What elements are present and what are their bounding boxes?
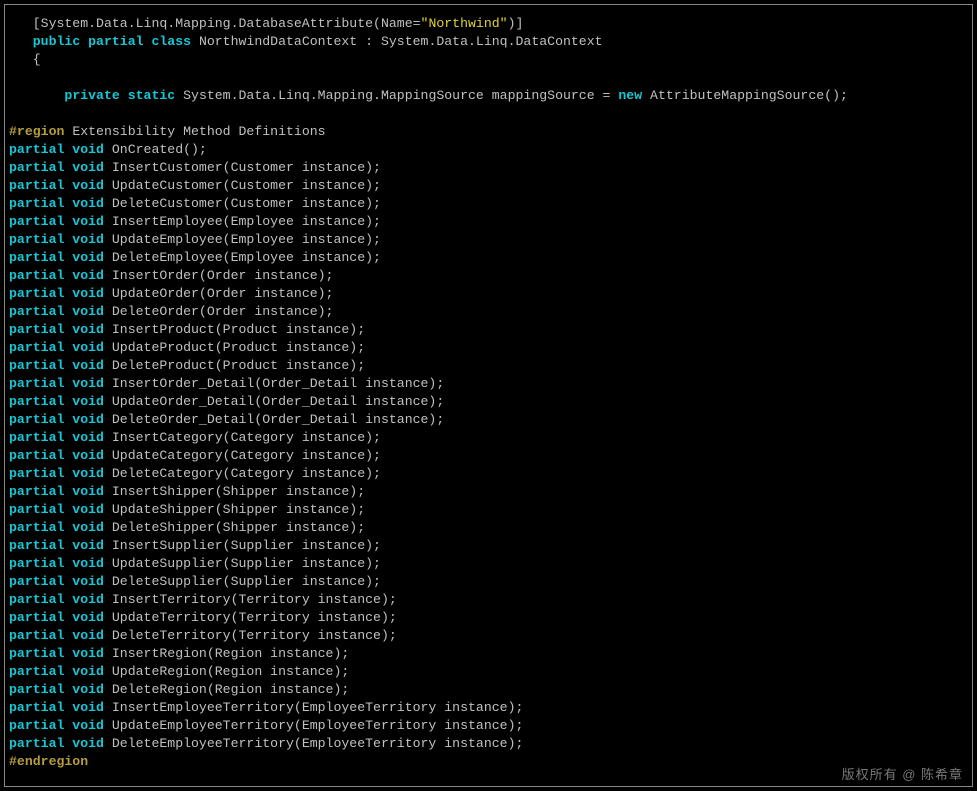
code-content: [System.Data.Linq.Mapping.DatabaseAttrib… — [9, 16, 848, 769]
watermark-text: 版权所有 @ 陈希章 — [842, 764, 963, 783]
code-panel: [System.Data.Linq.Mapping.DatabaseAttrib… — [4, 4, 973, 787]
